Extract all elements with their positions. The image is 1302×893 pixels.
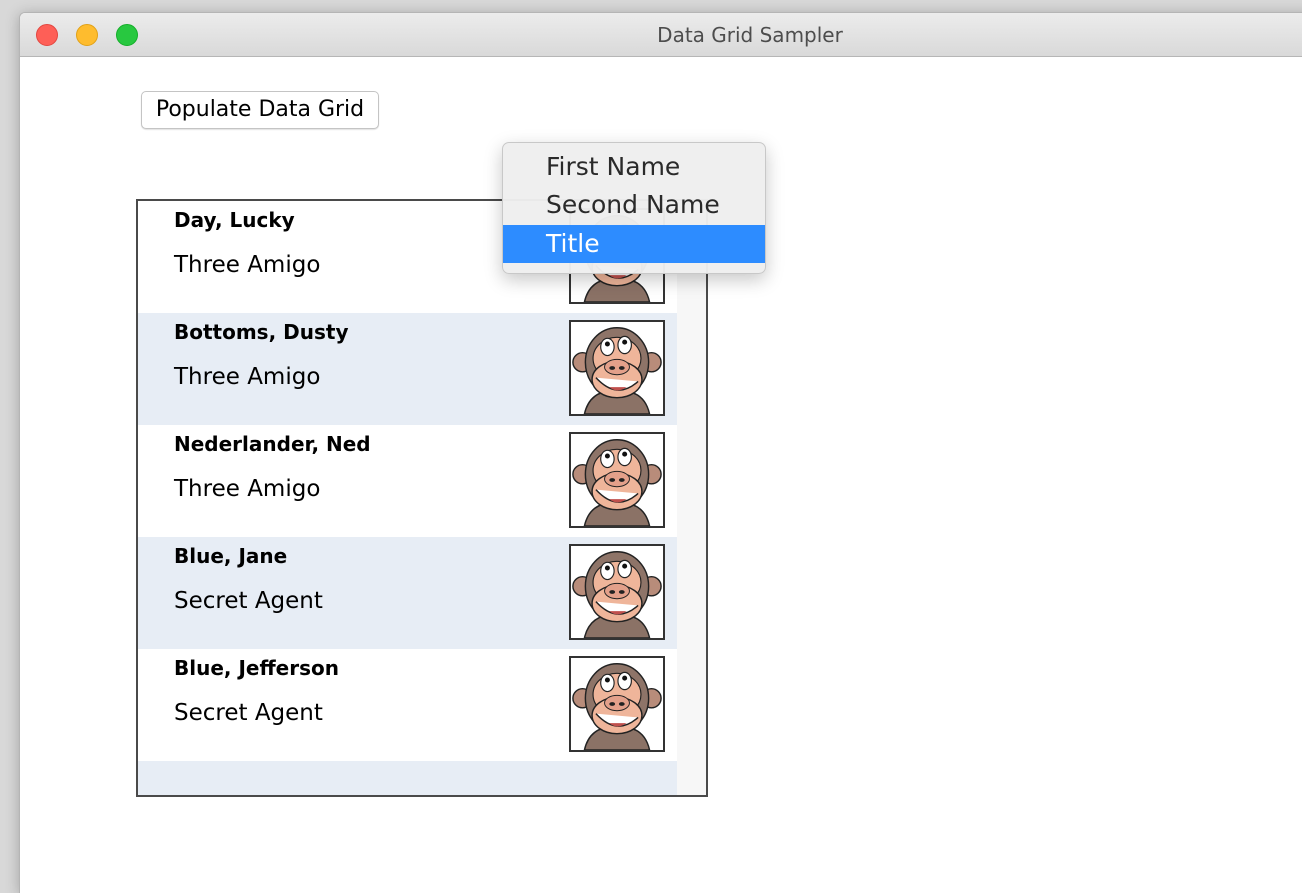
grid-row[interactable]: Blue, Jefferson Secret Agent (138, 649, 677, 761)
grid-row[interactable]: Bottoms, Dusty Three Amigo (138, 313, 677, 425)
row-name: Bottoms, Dusty (174, 320, 349, 344)
row-title: Secret Agent (174, 700, 323, 726)
grid-row[interactable]: Nederlander, Ned Three Amigo (138, 425, 677, 537)
menu-item-title[interactable]: Title (503, 225, 765, 263)
row-title: Three Amigo (174, 252, 321, 278)
column-context-menu[interactable]: First Name Second Name Title (502, 142, 766, 274)
monkey-avatar-icon (569, 432, 665, 528)
menu-item-first-name[interactable]: First Name (503, 148, 765, 186)
monkey-avatar-icon (569, 544, 665, 640)
row-title: Secret Agent (174, 588, 323, 614)
title-bar[interactable]: Data Grid Sampler (20, 13, 1302, 57)
row-title: Three Amigo (174, 476, 321, 502)
menu-item-second-name[interactable]: Second Name (503, 186, 765, 224)
grid-row[interactable]: Blue, Jane Secret Agent (138, 537, 677, 649)
data-grid[interactable]: Day, Lucky Three Amigo Bottoms, Dusty Th… (136, 199, 708, 797)
window-content: Populate Data Grid Day, Lucky Three Amig… (20, 57, 1302, 893)
app-window: Data Grid Sampler Populate Data Grid Day… (19, 12, 1302, 893)
monkey-avatar-icon (569, 656, 665, 752)
row-name: Blue, Jefferson (174, 656, 339, 680)
populate-data-grid-button[interactable]: Populate Data Grid (141, 91, 379, 129)
row-name: Blue, Jane (174, 544, 288, 568)
row-title: Three Amigo (174, 364, 321, 390)
grid-scrollbar-track[interactable] (677, 201, 706, 795)
row-name: Nederlander, Ned (174, 432, 371, 456)
grid-empty-row (138, 761, 677, 795)
row-name: Day, Lucky (174, 208, 295, 232)
window-title: Data Grid Sampler (657, 23, 843, 47)
monkey-avatar-icon (569, 320, 665, 416)
